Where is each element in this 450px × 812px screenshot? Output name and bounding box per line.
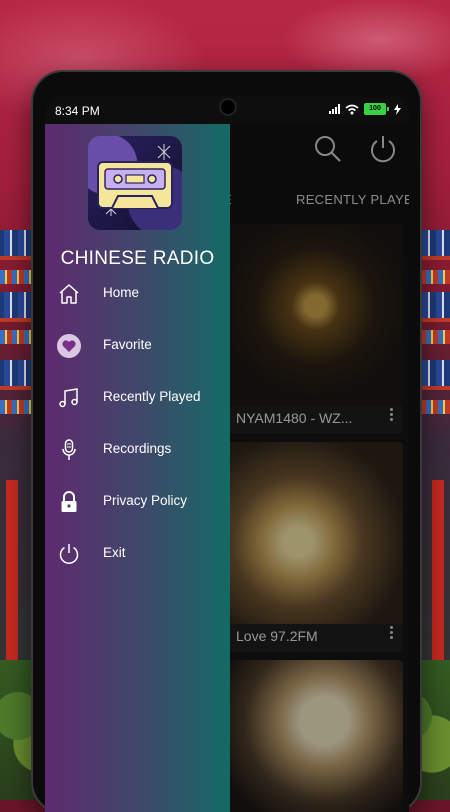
microphone-icon (62, 439, 76, 460)
app-title: CHINESE RADIO (60, 248, 215, 269)
menu-item-privacy-policy[interactable]: Privacy Policy (45, 482, 230, 522)
front-camera (219, 98, 237, 116)
status-time: 8:34 PM (55, 104, 100, 118)
signal-icon (329, 104, 340, 114)
menu-item-favorite[interactable]: Favorite (45, 326, 230, 366)
battery-level: 100 (364, 103, 386, 115)
menu-item-recordings[interactable]: Recordings (45, 430, 230, 470)
menu-item-recently-played[interactable]: Recently Played (45, 378, 230, 418)
menu-label: Privacy Policy (103, 493, 188, 508)
menu-label: Favorite (103, 337, 152, 352)
menu-label: Exit (103, 545, 126, 560)
power-icon (59, 544, 79, 564)
menu-item-exit[interactable]: Exit (45, 534, 230, 574)
music-note-icon (59, 388, 78, 408)
navigation-drawer: CHINESE RADIO Home Favorite Recently Pla… (45, 124, 230, 812)
wifi-icon (345, 104, 359, 114)
menu-item-home[interactable]: Home (45, 274, 230, 314)
menu-label: Recently Played (103, 389, 201, 404)
charging-icon (394, 103, 401, 115)
lock-icon (61, 491, 77, 512)
menu-label: Home (103, 285, 140, 300)
menu-label: Recordings (103, 441, 172, 456)
home-icon (59, 284, 79, 304)
app-logo-cassette-icon (88, 136, 182, 230)
battery-icon: 100 (364, 103, 389, 115)
heart-icon (57, 334, 81, 358)
phone-screen: 8:34 PM 100 RECENTLY PLAYE NYAM1480 - WZ… (45, 96, 409, 812)
phone-frame: 8:34 PM 100 RECENTLY PLAYE NYAM1480 - WZ… (33, 72, 420, 812)
